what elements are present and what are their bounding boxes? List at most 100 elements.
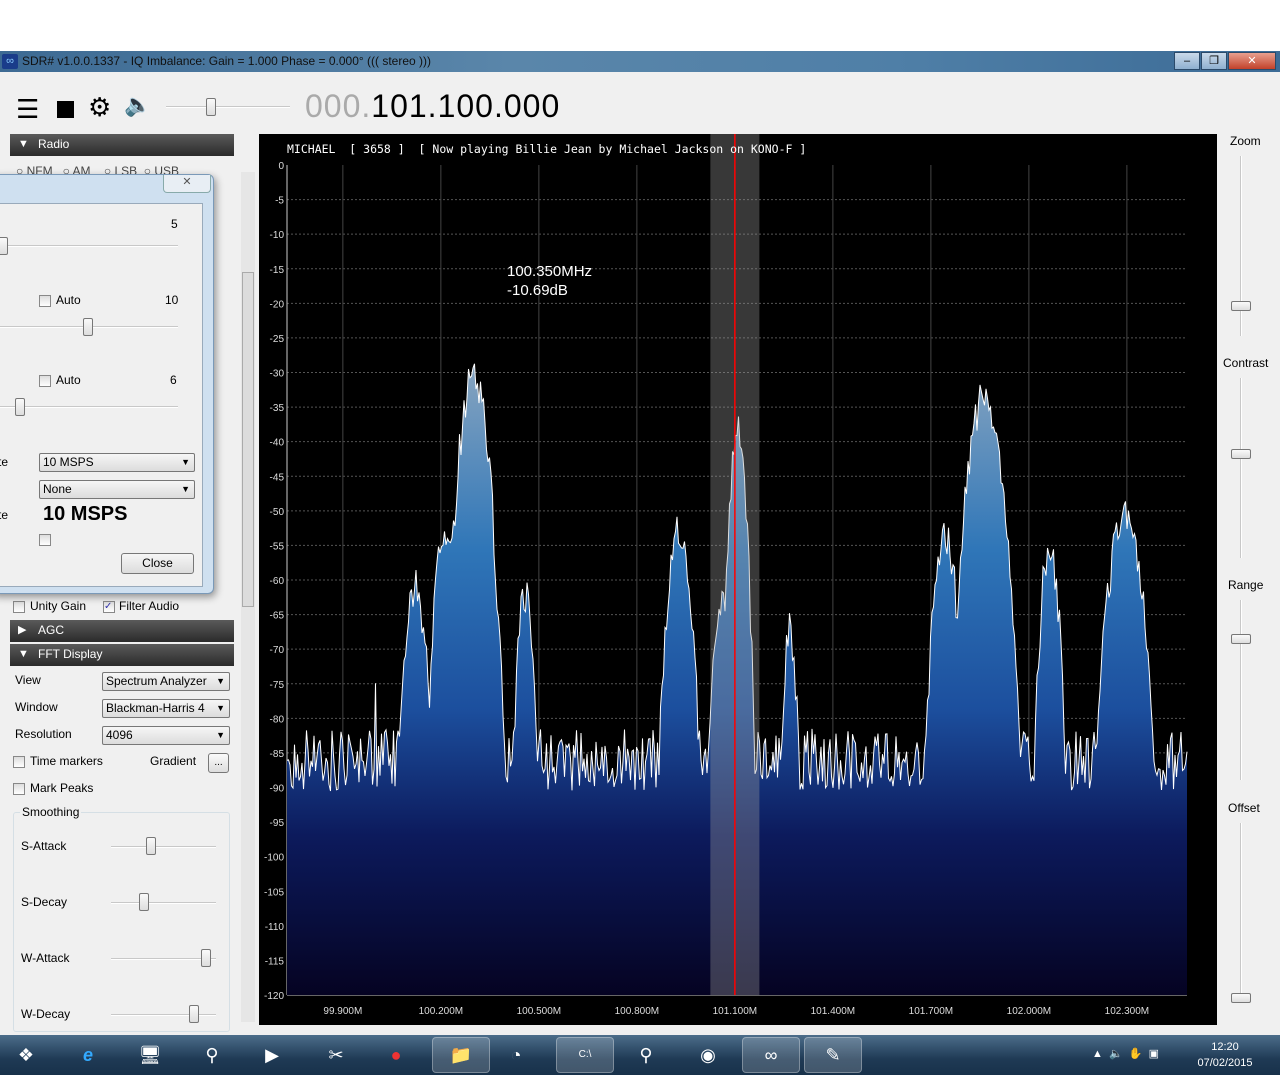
freq-tick-label: 100.200M bbox=[419, 1006, 463, 1017]
contrast-slider[interactable] bbox=[1240, 378, 1242, 558]
decimation-select[interactable]: None ▼ bbox=[39, 480, 195, 499]
smoothing-label-3: W-Decay bbox=[21, 1007, 71, 1021]
window-select[interactable]: Blackman-Harris 4 ▼ bbox=[102, 699, 230, 718]
close-button[interactable]: ✕ bbox=[1228, 52, 1276, 70]
taskbar-dvd-icon[interactable]: ◉ bbox=[692, 1039, 724, 1071]
db-tick-label: -15 bbox=[270, 265, 285, 276]
gradient-button[interactable]: ... bbox=[208, 753, 229, 773]
auto-label-1: Auto bbox=[56, 293, 81, 307]
chevron-down-icon: ▼ bbox=[216, 676, 225, 686]
gain-slider-2-thumb[interactable] bbox=[83, 318, 93, 336]
smoothing-slider-thumb[interactable] bbox=[189, 1005, 199, 1023]
radio-header[interactable]: ▼ Radio bbox=[10, 134, 234, 156]
resolution-label: Resolution bbox=[15, 727, 72, 741]
gradient-label: Gradient bbox=[150, 754, 197, 768]
db-tick-label: -65 bbox=[270, 611, 285, 622]
view-select[interactable]: Spectrum Analyzer ▼ bbox=[102, 672, 230, 691]
cursor-level: -10.69dB bbox=[507, 282, 568, 299]
smoothing-label: Smoothing bbox=[20, 805, 82, 819]
device-settings-dialog: ✕ 5 Auto 10 Auto 6 te 10 MSPS▼ None▼ te … bbox=[0, 174, 214, 594]
freq-tick-label: 100.500M bbox=[517, 1006, 561, 1017]
auto-checkbox-2[interactable] bbox=[39, 375, 51, 387]
taskbar-start-icon[interactable]: ❖ bbox=[10, 1039, 42, 1071]
taskbar-media-player-icon[interactable]: ▶ bbox=[256, 1039, 288, 1071]
fft-header[interactable]: ▼ FFT Display bbox=[10, 644, 234, 666]
clock-date[interactable]: 07/02/2015 bbox=[1190, 1057, 1260, 1069]
taskbar-notepad-icon[interactable]: ✎ bbox=[804, 1037, 862, 1073]
frequency-display[interactable]: 000.101.100.000 bbox=[305, 88, 560, 125]
db-tick-label: -115 bbox=[265, 956, 285, 967]
fft-header-label: FFT Display bbox=[38, 647, 103, 661]
minimize-button[interactable]: ‒ bbox=[1174, 52, 1200, 70]
sample-rate-select[interactable]: 10 MSPS ▼ bbox=[39, 453, 195, 472]
offset-slider-thumb[interactable] bbox=[1231, 993, 1251, 1003]
time-markers-checkbox[interactable] bbox=[13, 756, 25, 768]
rate-display: 10 MSPS bbox=[43, 503, 128, 525]
maximize-button[interactable]: ❐ bbox=[1201, 52, 1227, 70]
db-tick-label: -30 bbox=[270, 369, 285, 380]
freq-tick-label: 101.700M bbox=[909, 1006, 953, 1017]
taskbar-snipping-tool-icon[interactable]: ✂ bbox=[320, 1039, 352, 1071]
range-slider[interactable] bbox=[1240, 600, 1242, 780]
scrollbar-thumb[interactable] bbox=[242, 272, 254, 607]
taskbar: ❖ e 🖥 ⚲ ▶ ✂ ● 📁 ◔ C:\ ⚲ ◉ ∞ ✎ ▲ 🔈 ✋ ▣ 12:20 07/02/201… bbox=[0, 1035, 1280, 1075]
filter-audio-checkbox[interactable]: ✓ bbox=[103, 601, 115, 613]
stop-icon[interactable] bbox=[57, 101, 74, 118]
smoothing-slider[interactable] bbox=[111, 902, 216, 904]
taskbar-command-prompt-icon[interactable]: C:\ bbox=[556, 1037, 614, 1073]
gain-slider-1[interactable] bbox=[0, 245, 178, 247]
freq-tick-label: 101.400M bbox=[811, 1006, 855, 1017]
taskbar-speedometer-icon[interactable]: ◔ bbox=[500, 1039, 532, 1071]
taskbar-usb-device-icon[interactable]: ⚲ bbox=[196, 1039, 228, 1071]
gain-slider-1-thumb[interactable] bbox=[0, 237, 8, 255]
unity-gain-checkbox[interactable] bbox=[13, 601, 25, 613]
auto-checkbox-1[interactable] bbox=[39, 295, 51, 307]
taskbar-internet-explorer-icon[interactable]: e bbox=[72, 1039, 104, 1071]
smoothing-slider-thumb[interactable] bbox=[139, 893, 149, 911]
option-checkbox[interactable] bbox=[39, 534, 51, 546]
gear-icon[interactable]: ⚙ bbox=[88, 92, 111, 123]
range-slider-thumb[interactable] bbox=[1231, 634, 1251, 644]
contrast-slider-thumb[interactable] bbox=[1231, 449, 1251, 460]
taskbar-remote-desktop-icon[interactable]: 🖥 bbox=[134, 1039, 166, 1071]
sdr-logo-icon: ∞ bbox=[2, 54, 18, 69]
taskbar-record-icon[interactable]: ● bbox=[380, 1039, 412, 1071]
smoothing-slider[interactable] bbox=[111, 846, 216, 848]
db-tick-label: -20 bbox=[270, 299, 285, 310]
resolution-select[interactable]: 4096 ▼ bbox=[102, 726, 230, 745]
taskbar-file-explorer-icon[interactable]: 📁 bbox=[432, 1037, 490, 1073]
setting-value-2: 10 bbox=[165, 293, 179, 307]
gain-slider-3-thumb[interactable] bbox=[15, 398, 25, 416]
smoothing-slider-thumb[interactable] bbox=[201, 949, 211, 967]
dialog-close-button[interactable]: ✕ bbox=[163, 175, 211, 193]
speaker-icon[interactable]: 🔈 bbox=[124, 92, 151, 118]
volume-slider[interactable] bbox=[166, 106, 290, 108]
smoothing-label-1: S-Decay bbox=[21, 895, 68, 909]
mark-peaks-checkbox[interactable] bbox=[13, 783, 25, 795]
smoothing-label-0: S-Attack bbox=[21, 839, 67, 853]
zoom-slider-thumb[interactable] bbox=[1231, 300, 1251, 311]
zoom-label: Zoom bbox=[1230, 134, 1261, 148]
mark-peaks-label: Mark Peaks bbox=[30, 781, 94, 795]
clock-time[interactable]: 12:20 bbox=[1196, 1041, 1254, 1053]
tray-icons[interactable]: ▲ 🔈 ✋ ▣ bbox=[1092, 1047, 1159, 1060]
smoothing-slider[interactable] bbox=[111, 1014, 216, 1016]
menu-icon[interactable]: ☰ bbox=[16, 94, 39, 125]
cursor-frequency: 100.350MHz bbox=[507, 263, 593, 280]
spectrum-analyzer[interactable]: 0 -5 -10 -15 -20 -25 -30 -35 -40 -45 -50 -55 -60 -65 -… bbox=[259, 134, 1217, 1025]
freq-tick-label: 100.800M bbox=[615, 1006, 659, 1017]
dialog-close-text-button[interactable]: Close bbox=[121, 553, 194, 574]
left-scrollbar[interactable] bbox=[241, 172, 255, 1022]
collapse-arrow-icon: ▼ bbox=[18, 648, 29, 660]
range-label: Range bbox=[1228, 578, 1264, 592]
taskbar-sdrsharp-icon[interactable]: ∞ bbox=[742, 1037, 800, 1073]
db-tick-label: -95 bbox=[270, 818, 285, 829]
agc-header[interactable]: ▶ AGC bbox=[10, 620, 234, 642]
smoothing-slider-thumb[interactable] bbox=[146, 837, 156, 855]
gain-slider-3[interactable] bbox=[0, 406, 178, 408]
taskbar-usb-device-2-icon[interactable]: ⚲ bbox=[630, 1039, 662, 1071]
dialog-body: 5 Auto 10 Auto 6 te 10 MSPS▼ None▼ te 10… bbox=[0, 203, 203, 587]
db-tick-label: -110 bbox=[265, 922, 285, 933]
offset-slider[interactable] bbox=[1240, 823, 1242, 1003]
volume-slider-thumb[interactable] bbox=[205, 98, 216, 116]
